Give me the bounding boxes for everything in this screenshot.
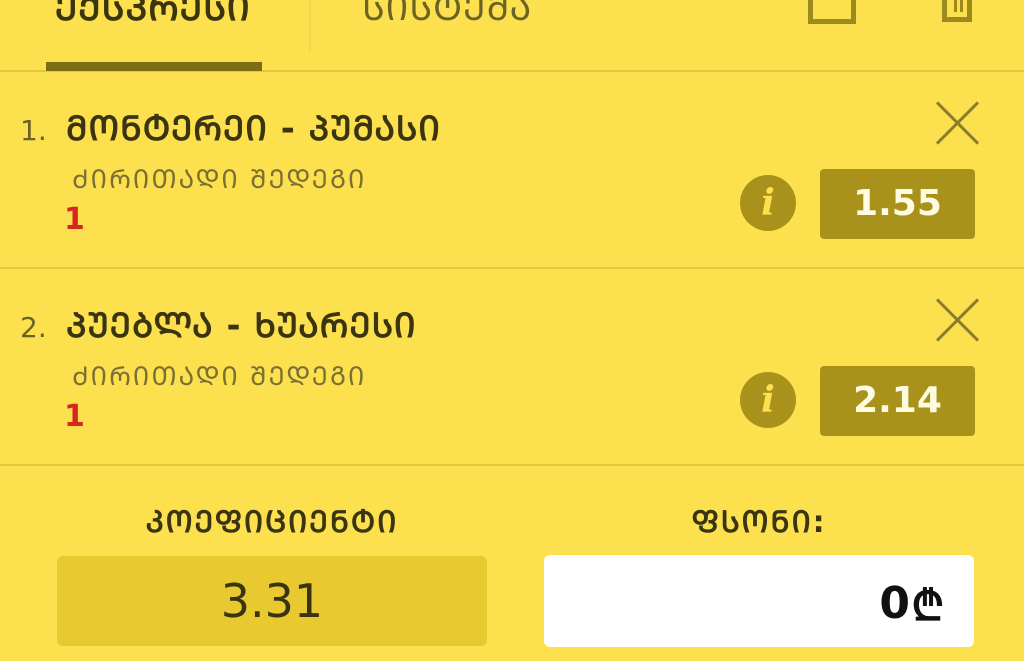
bet-match-title: ᲛᲝᲜᲢᲔᲠᲔᲘ - ᲞᲣᲛᲐᲡᲘ xyxy=(66,109,441,149)
bet-number: 2. xyxy=(20,311,47,344)
bet-market: ᲫᲘᲠᲘᲗᲐᲓᲘ ᲨᲔᲓᲔᲒᲘ xyxy=(72,362,367,392)
trash-icon[interactable] xyxy=(942,0,972,22)
odds-badge: 2.14 xyxy=(820,366,975,436)
stake-label: ᲤᲡᲝᲜᲘ: xyxy=(691,505,827,540)
total-coefficient: 3.31 xyxy=(57,556,487,646)
save-icon[interactable] xyxy=(808,0,856,24)
coefficient-label: ᲙᲝᲔᲤᲘᲪᲘᲔᲜᲢᲘ xyxy=(145,505,399,540)
active-tab-indicator xyxy=(46,62,262,71)
stake-value[interactable]: 0 xyxy=(879,578,910,629)
close-icon[interactable] xyxy=(934,100,980,146)
bet-pick: 1 xyxy=(64,202,85,237)
tab-system[interactable]: ᲡᲘᲡᲢᲔᲛᲐ xyxy=(362,0,532,31)
info-icon[interactable]: i xyxy=(740,372,796,428)
bet-summary: ᲙᲝᲔᲤᲘᲪᲘᲔᲜᲢᲘ 3.31 ᲤᲡᲝᲜᲘ: 0 ₾ xyxy=(0,466,1024,661)
bet-number: 1. xyxy=(20,114,47,147)
bet-market: ᲫᲘᲠᲘᲗᲐᲓᲘ ᲨᲔᲓᲔᲒᲘ xyxy=(72,165,367,195)
odds-badge: 1.55 xyxy=(820,169,975,239)
tab-express[interactable]: ᲔᲥᲡᲞᲠᲔᲡᲘ xyxy=(55,0,251,31)
bet-match-title: ᲞᲣᲔᲑᲚᲐ - ᲮᲣᲐᲠᲔᲡᲘ xyxy=(66,306,417,346)
bet-pick: 1 xyxy=(64,399,85,434)
bet-item: 1. ᲛᲝᲜᲢᲔᲠᲔᲘ - ᲞᲣᲛᲐᲡᲘ ᲫᲘᲠᲘᲗᲐᲓᲘ ᲨᲔᲓᲔᲒᲘ 1 i… xyxy=(0,72,1024,269)
info-icon[interactable]: i xyxy=(740,175,796,231)
bet-item: 2. ᲞᲣᲔᲑᲚᲐ - ᲮᲣᲐᲠᲔᲡᲘ ᲫᲘᲠᲘᲗᲐᲓᲘ ᲨᲔᲓᲔᲒᲘ 1 i … xyxy=(0,269,1024,466)
tab-divider xyxy=(309,0,311,52)
close-icon[interactable] xyxy=(934,297,980,343)
tab-bar: ᲔᲥᲡᲞᲠᲔᲡᲘ ᲡᲘᲡᲢᲔᲛᲐ xyxy=(0,0,1024,72)
currency-icon: ₾ xyxy=(911,581,944,630)
